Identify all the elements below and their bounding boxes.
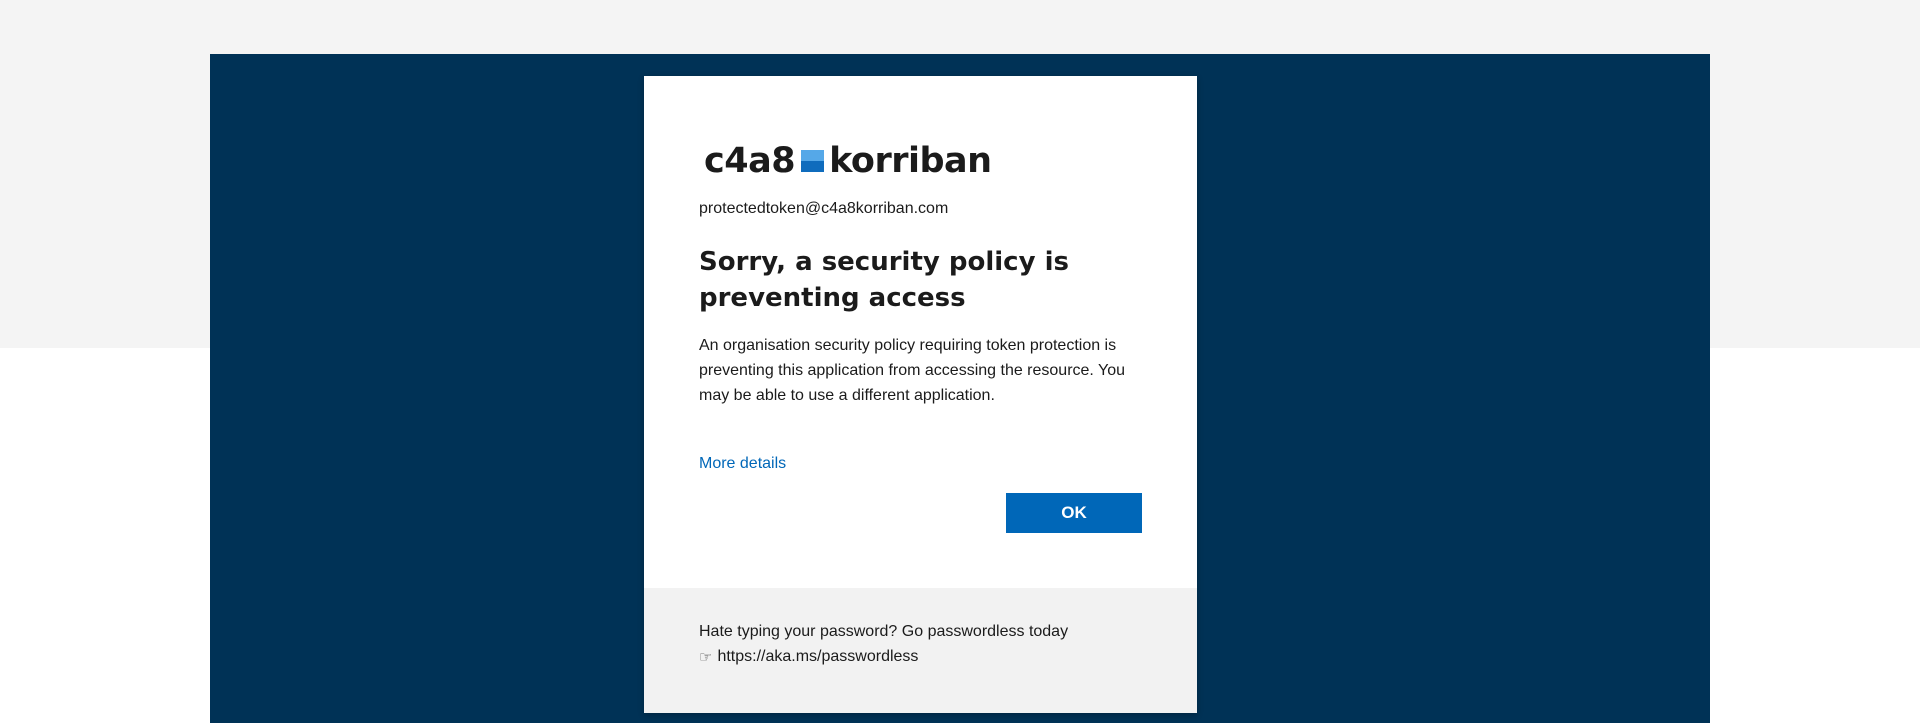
page-title: Sorry, a security policy is preventing a… <box>699 247 1069 313</box>
more-details-link[interactable]: More details <box>699 455 786 473</box>
passwordless-prompt: Hate typing your password? Go passwordle… <box>699 623 1069 640</box>
card-main-section: c4a8 korriban protectedtoken@c4a8korriba… <box>644 76 1197 588</box>
passwordless-link-text: https://aka.ms/passwordless <box>717 648 919 665</box>
account-email: protectedtoken@c4a8korriban.com <box>699 200 949 217</box>
logo-text-right: korriban <box>829 141 992 181</box>
signin-card: c4a8 korriban protectedtoken@c4a8korriba… <box>644 76 1197 713</box>
passwordless-link[interactable]: ☞ https://aka.ms/passwordless <box>699 648 918 666</box>
ok-button[interactable]: OK <box>1006 493 1142 533</box>
company-logo: c4a8 korriban <box>704 134 992 188</box>
pointing-hand-icon: ☞ <box>699 649 713 666</box>
page: c4a8 korriban protectedtoken@c4a8korriba… <box>0 0 1920 723</box>
logo-square-icon <box>801 150 825 172</box>
card-footer: Hate typing your password? Go passwordle… <box>644 588 1197 713</box>
error-description: An organisation security policy requirin… <box>699 337 1126 404</box>
logo-text-left: c4a8 <box>704 141 796 181</box>
